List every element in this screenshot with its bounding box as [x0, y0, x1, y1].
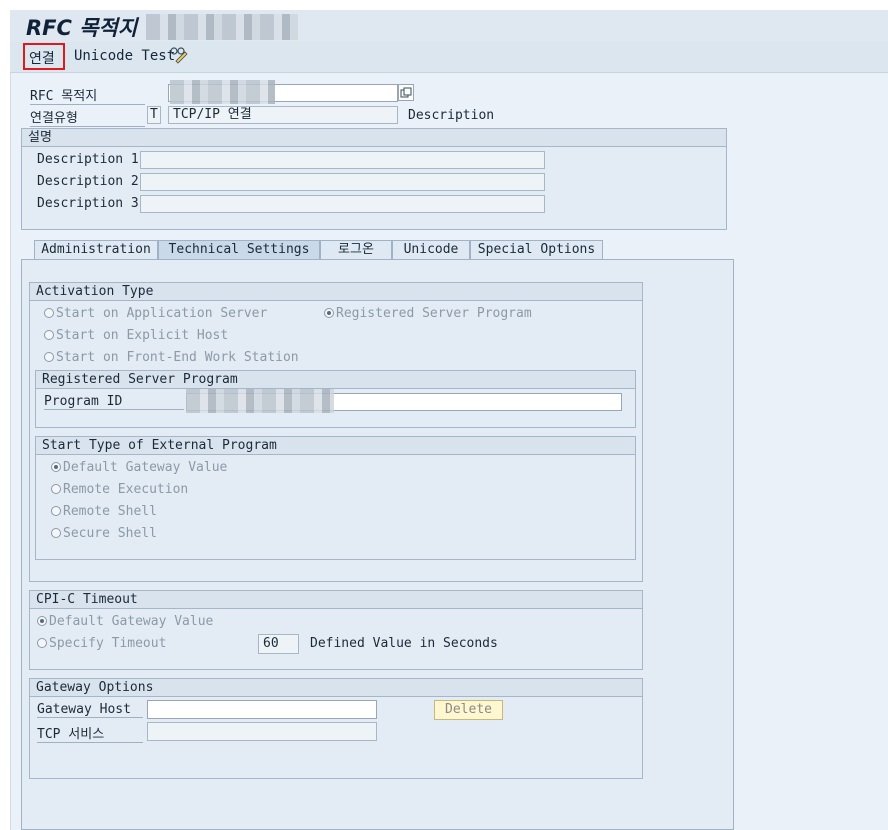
radio-circle: [44, 330, 54, 340]
tab-unicode[interactable]: Unicode: [392, 240, 470, 259]
gateway-title: Gateway Options: [30, 679, 642, 697]
radio-circle: [51, 506, 61, 516]
start-type-title: Start Type of External Program: [36, 437, 635, 455]
desc1-label: Description 1: [37, 152, 139, 167]
radio-start-default-label: Default Gateway Value: [63, 460, 228, 475]
radio-remote-exec[interactable]: Remote Execution: [51, 482, 188, 497]
rfc-dest-label: RFC 목적지: [30, 85, 145, 105]
redacted-program-id: [186, 389, 334, 413]
defined-seconds-label: Defined Value in Seconds: [310, 636, 498, 651]
radio-explicit-host[interactable]: Start on Explicit Host: [44, 328, 228, 343]
tab-logon[interactable]: 로그온: [320, 240, 392, 259]
cpic-group: CPI-C Timeout: [29, 590, 643, 670]
radio-circle-selected: [37, 616, 47, 626]
radio-registered[interactable]: Registered Server Program: [324, 306, 532, 321]
radio-cpic-default[interactable]: Default Gateway Value: [37, 614, 213, 629]
radio-remote-shell-label: Remote Shell: [63, 504, 157, 519]
radio-circle: [44, 352, 54, 362]
glasses-icon[interactable]: [170, 46, 188, 64]
delete-button[interactable]: Delete: [434, 700, 503, 720]
radio-circle: [51, 484, 61, 494]
conn-type-code[interactable]: T: [147, 106, 161, 124]
cpic-title: CPI-C Timeout: [30, 591, 642, 609]
title-bar: [10, 10, 888, 43]
tcp-service-label: TCP 서비스: [37, 723, 143, 743]
radio-circle: [51, 528, 61, 538]
radio-secure-shell[interactable]: Secure Shell: [51, 526, 157, 541]
radio-cpic-specify[interactable]: Specify Timeout: [37, 636, 166, 651]
timeout-input[interactable]: 60: [258, 634, 299, 654]
conn-type-value: TCP/IP 연결: [168, 106, 398, 124]
radio-explicit-label: Start on Explicit Host: [56, 328, 229, 343]
radio-circle-selected: [324, 308, 334, 318]
connect-button[interactable]: 연결: [29, 48, 55, 68]
radio-remote-shell[interactable]: Remote Shell: [51, 504, 157, 519]
conn-type-label: 연결유형: [30, 107, 145, 127]
radio-secure-shell-label: Secure Shell: [63, 526, 157, 541]
gateway-host-input[interactable]: [147, 700, 377, 719]
tab-special-options[interactable]: Special Options: [470, 240, 603, 259]
radio-frontend[interactable]: Start on Front-End Work Station: [44, 350, 299, 365]
radio-start-default[interactable]: Default Gateway Value: [51, 460, 227, 475]
registered-title: Registered Server Program: [36, 371, 635, 389]
activation-title: Activation Type: [30, 283, 642, 301]
radio-circle: [37, 638, 47, 648]
program-id-label: Program ID: [44, 394, 184, 410]
copy-icon[interactable]: [398, 84, 414, 101]
redacted-title: [146, 14, 298, 40]
radio-circle: [44, 308, 54, 318]
redacted-dest: [170, 80, 275, 104]
description-group-title: 설명: [22, 129, 726, 147]
radio-cpic-specify-label: Specify Timeout: [49, 636, 167, 651]
desc2-label: Description 2: [37, 174, 139, 189]
desc3-label: Description 3: [37, 196, 139, 211]
tcp-service-input[interactable]: [147, 722, 377, 741]
desc2-input[interactable]: [140, 173, 545, 191]
tab-technical-settings[interactable]: Technical Settings: [158, 240, 320, 259]
page-title: RFC 목적지: [26, 16, 138, 40]
unicode-test-button[interactable]: Unicode Test: [74, 48, 175, 64]
radio-frontend-label: Start on Front-End Work Station: [56, 350, 299, 365]
radio-app-server-label: Start on Application Server: [56, 306, 268, 321]
radio-app-server[interactable]: Start on Application Server: [44, 306, 267, 321]
radio-cpic-default-label: Default Gateway Value: [49, 614, 214, 629]
start-type-group: Start Type of External Program: [35, 436, 636, 560]
radio-remote-exec-label: Remote Execution: [63, 482, 189, 497]
gateway-host-label: Gateway Host: [37, 702, 143, 718]
desc3-input[interactable]: [140, 195, 545, 213]
radio-circle-selected: [51, 462, 61, 472]
description-label: Description: [408, 108, 495, 123]
tab-administration[interactable]: Administration: [34, 240, 158, 259]
desc1-input[interactable]: [140, 151, 545, 169]
radio-registered-label: Registered Server Program: [336, 306, 532, 321]
